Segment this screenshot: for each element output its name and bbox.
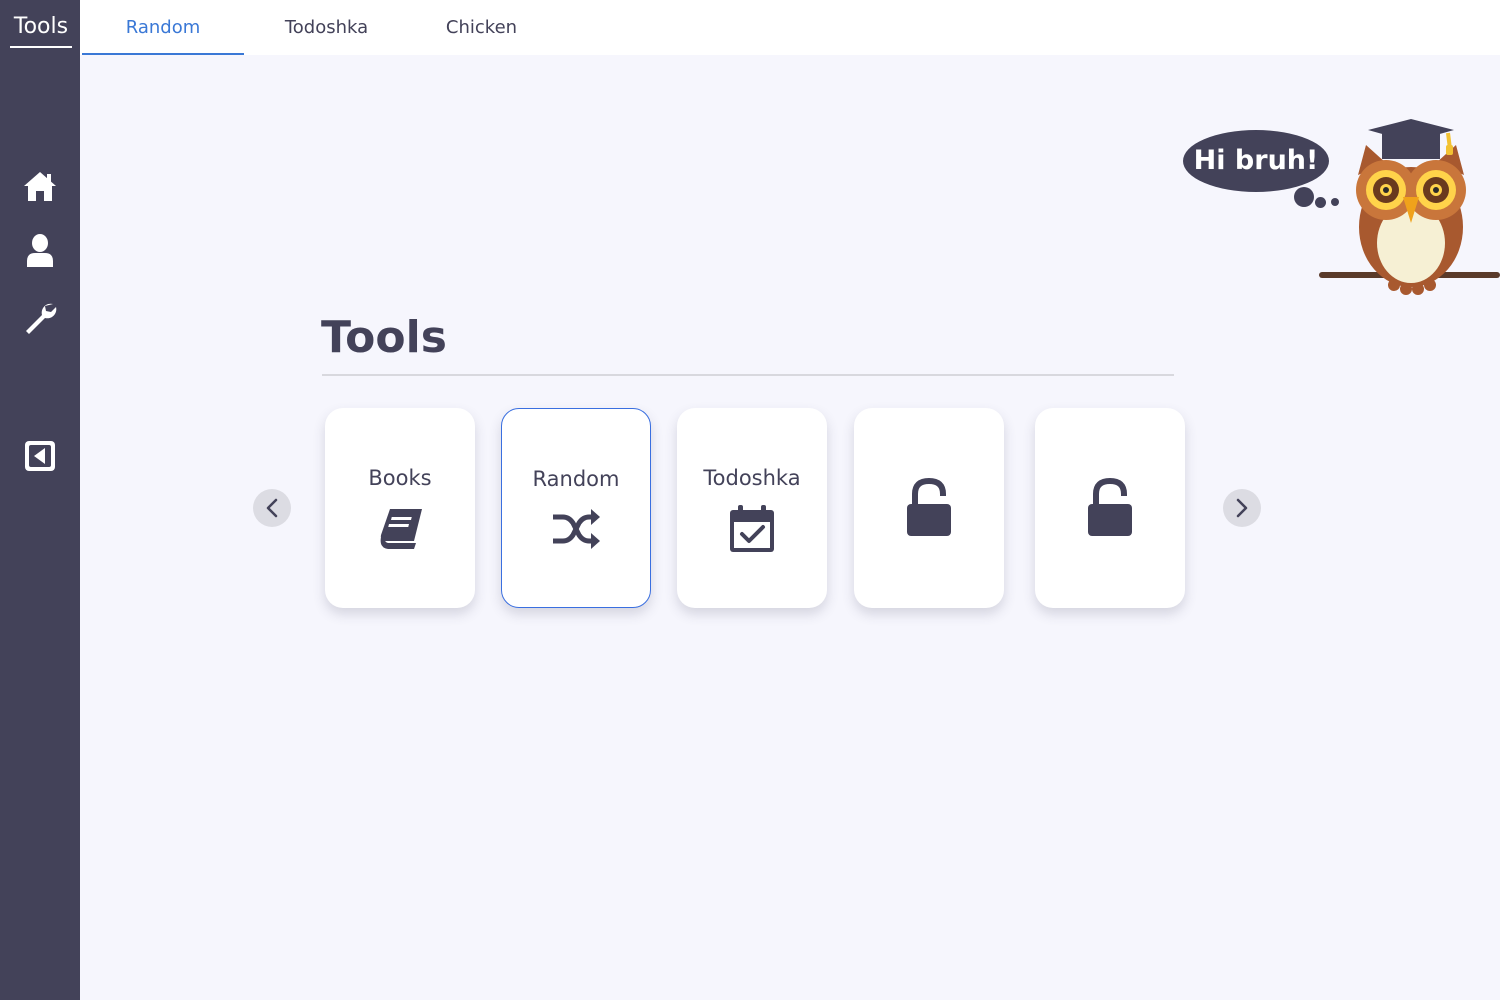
shuffle-icon [553, 509, 600, 549]
home-icon[interactable] [22, 168, 58, 204]
tab-random[interactable]: Random [82, 0, 244, 55]
page-title: Tools [321, 312, 447, 363]
calendar-check-icon [730, 505, 774, 552]
unlock-icon [1088, 478, 1132, 536]
chevron-right-icon [1236, 498, 1248, 518]
tool-card-label: Random [532, 467, 620, 491]
carousel-prev-button[interactable] [253, 489, 291, 527]
tool-card-label: Books [368, 466, 432, 490]
collapse-icon[interactable] [22, 438, 58, 474]
tool-card-locked[interactable] [1035, 408, 1185, 608]
owl-graduate-icon [1319, 119, 1500, 295]
tool-card-label: Todoshka [703, 466, 801, 490]
top-tab-bar: Random Todoshka Chicken [80, 0, 1500, 55]
tool-card-todoshka[interactable]: Todoshka [677, 408, 827, 608]
chevron-left-icon [266, 498, 278, 518]
speech-bubble: Hi bruh! [1183, 130, 1329, 192]
user-icon[interactable] [22, 233, 58, 269]
tool-card-random[interactable]: Random [501, 408, 651, 608]
sidebar: Tools [0, 0, 80, 1000]
carousel-next-button[interactable] [1223, 489, 1261, 527]
tab-chicken[interactable]: Chicken [410, 0, 553, 55]
title-divider [322, 374, 1174, 376]
tool-card-books[interactable]: Books [325, 408, 475, 608]
brand-title[interactable]: Tools [10, 10, 72, 48]
tab-todoshka[interactable]: Todoshka [250, 0, 403, 55]
wrench-icon[interactable] [22, 300, 58, 336]
tool-card-locked[interactable] [854, 408, 1004, 608]
book-icon [380, 509, 422, 549]
thought-dot-large [1294, 187, 1314, 207]
unlock-icon [907, 478, 951, 536]
